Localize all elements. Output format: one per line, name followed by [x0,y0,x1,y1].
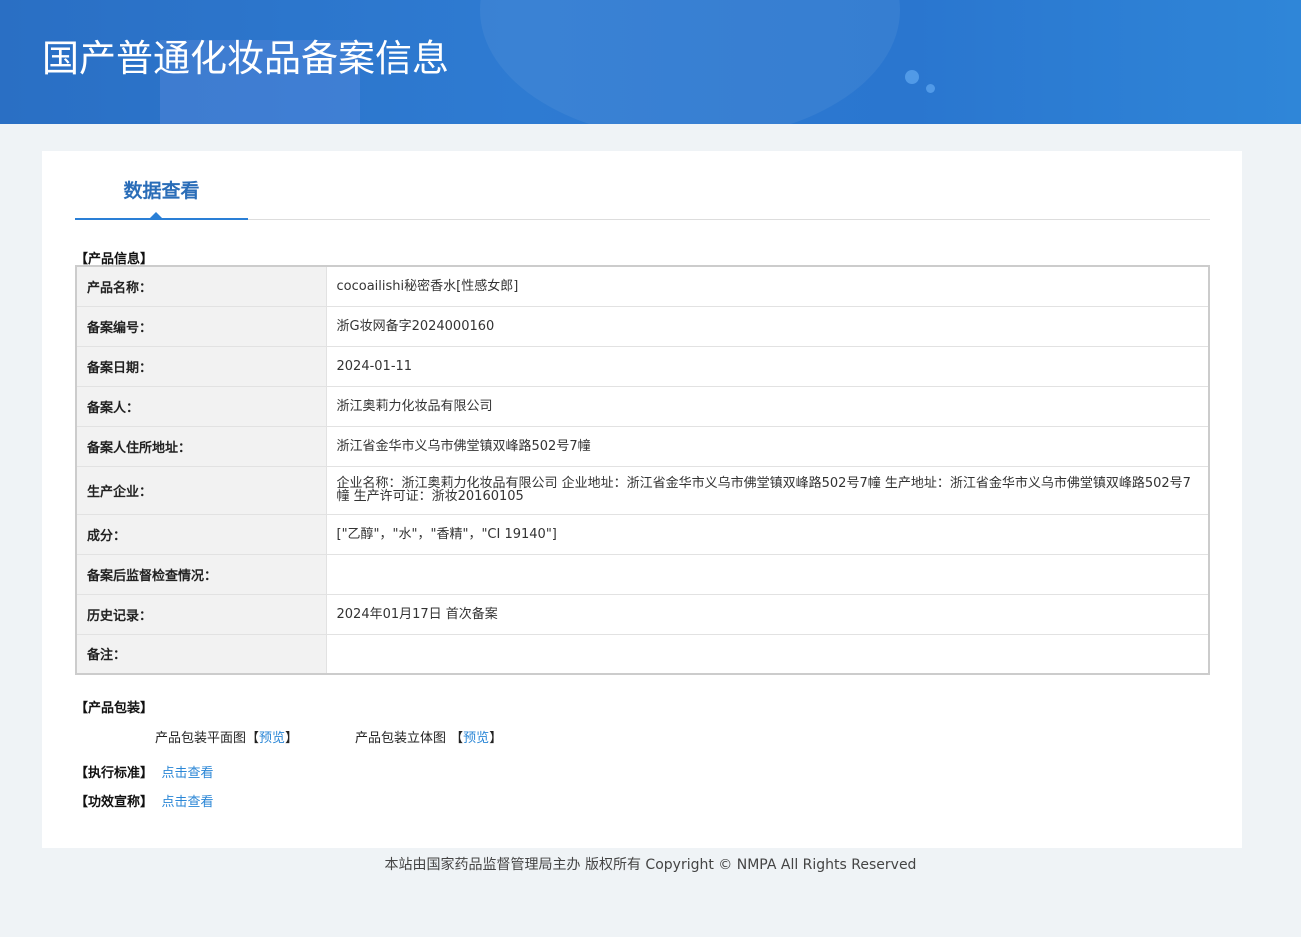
packaging-flat-label: 产品包装平面图 [155,731,247,746]
bracket: 【 [450,731,464,746]
packaging-flat: 产品包装平面图【预览】 [155,727,298,746]
page-header: 国产普通化妆品备案信息 [0,0,1301,124]
row-label: 备案人住所地址： [75,425,327,467]
row-label: 备案后监督检查情况： [75,553,327,595]
packaging-solid: 产品包装立体图 【预览】 [355,727,502,746]
content-card: 数据查看 【产品信息】 产品名称： cocoailishi秘密香水[性感女郎] 备案… [42,151,1242,848]
row-label: 产品名称： [75,265,327,307]
header-decoration [905,70,919,84]
table-row: 备注： [75,633,1210,675]
table-row: 备案人住所地址： 浙江省金华市义乌市佛堂镇双峰路502号7幢 [75,425,1210,467]
row-value: 浙江奥莉力化妆品有限公司 [325,385,1210,427]
row-label: 备案编号： [75,305,327,347]
product-info-table: 产品名称： cocoailishi秘密香水[性感女郎] 备案编号： 浙G妆网备字202… [75,265,1210,675]
preview-solid-link[interactable]: 预览 [463,731,489,746]
packaging-solid-label: 产品包装立体图 [355,731,447,746]
row-value: 企业名称：浙江奥莉力化妆品有限公司 企业地址：浙江省金华市义乌市佛堂镇双峰路50… [325,465,1210,515]
standard-view-link[interactable]: 点击查看 [162,766,214,781]
row-value: ["乙醇"，"水"，"香精"，"CI 19140"] [325,513,1210,555]
footer-copyright: 本站由国家药品监督管理局主办 版权所有 Copyright © NMPA All… [384,857,917,873]
table-row: 成分： ["乙醇"，"水"，"香精"，"CI 19140"] [75,513,1210,555]
table-row: 生产企业： 企业名称：浙江奥莉力化妆品有限公司 企业地址：浙江省金华市义乌市佛堂镇… [75,465,1210,515]
page-title: 国产普通化妆品备案信息 [42,37,449,80]
row-value: cocoailishi秘密香水[性感女郎] [325,265,1210,307]
tab-caret-icon [150,212,162,218]
efficacy-row: 【功效宣称】 点击查看 [75,791,214,810]
efficacy-view-link[interactable]: 点击查看 [162,795,214,810]
bracket: 】 [489,731,503,746]
header-decoration [926,84,935,93]
row-label: 备案日期： [75,345,327,387]
row-label: 成分： [75,513,327,555]
header-decoration [480,0,900,124]
row-value [325,553,1210,595]
row-label: 备注： [75,633,327,675]
table-row: 备案人： 浙江奥莉力化妆品有限公司 [75,385,1210,427]
packaging-heading: 【产品包装】 [75,701,154,716]
row-value: 2024-01-11 [325,345,1210,387]
row-value: 浙G妆网备字2024000160 [325,305,1210,347]
row-label: 历史记录： [75,593,327,635]
standard-row: 【执行标准】 点击查看 [75,762,214,781]
row-value [325,633,1210,675]
preview-flat-link[interactable]: 预览 [259,731,285,746]
table-row: 历史记录： 2024年01月17日 首次备案 [75,593,1210,635]
bracket: 【 [246,731,260,746]
tab-active-indicator [75,218,248,220]
row-value: 2024年01月17日 首次备案 [325,593,1210,635]
table-row: 备案编号： 浙G妆网备字2024000160 [75,305,1210,347]
row-label: 生产企业： [75,465,327,515]
row-value: 浙江省金华市义乌市佛堂镇双峰路502号7幢 [325,425,1210,467]
efficacy-heading: 【功效宣称】 [75,795,154,810]
table-row: 备案后监督检查情况： [75,553,1210,595]
standard-heading: 【执行标准】 [75,766,154,781]
table-row: 产品名称： cocoailishi秘密香水[性感女郎] [75,265,1210,307]
row-label: 备案人： [75,385,327,427]
bracket: 】 [285,731,299,746]
table-row: 备案日期： 2024-01-11 [75,345,1210,387]
